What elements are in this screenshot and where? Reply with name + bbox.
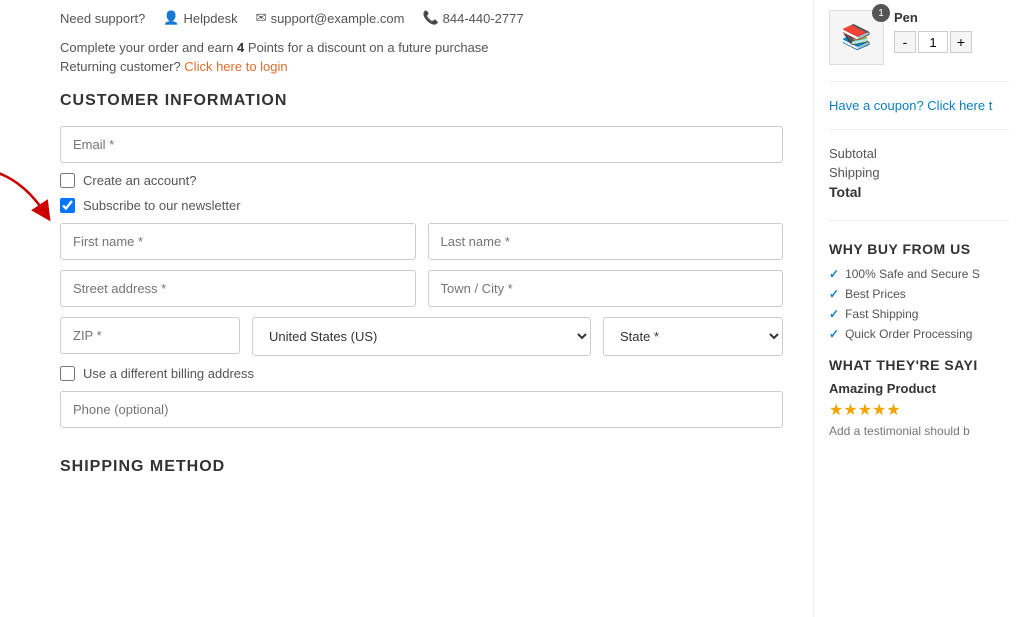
why-item-label-2: Fast Shipping	[845, 307, 918, 321]
qty-minus-button[interactable]: -	[894, 31, 916, 53]
first-name-input[interactable]	[60, 223, 416, 260]
state-select[interactable]: State *	[603, 317, 783, 356]
diff-billing-label[interactable]: Use a different billing address	[83, 366, 254, 381]
testimonial-section: WHAT THEY'RE SAYI Amazing Product ★★★★★ …	[829, 357, 1009, 438]
phone-icon: 📞	[422, 10, 438, 26]
street-address-input[interactable]	[60, 270, 416, 307]
qty-plus-button[interactable]: +	[950, 31, 972, 53]
product-info: Pen - +	[894, 10, 1009, 53]
check-icon-0: ✓	[829, 267, 839, 281]
why-buy-title: WHY BUY FROM US	[829, 241, 1009, 257]
testimonial-stars: ★★★★★	[829, 400, 1009, 420]
name-row	[60, 223, 783, 260]
country-select[interactable]: United States (US)	[252, 317, 591, 356]
book-icon: 📚	[842, 23, 872, 52]
why-item-0: ✓ 100% Safe and Secure S	[829, 267, 1009, 281]
product-badge: 1	[872, 4, 890, 22]
zip-country-state-row: United States (US) State *	[60, 317, 783, 356]
check-icon-1: ✓	[829, 287, 839, 301]
why-item-3: ✓ Quick Order Processing	[829, 327, 1009, 341]
total-row: Total	[829, 184, 1009, 200]
create-account-label[interactable]: Create an account?	[83, 173, 196, 188]
qty-input[interactable]	[918, 31, 948, 53]
testimonial-title: WHAT THEY'RE SAYI	[829, 357, 1009, 373]
email-icon: ✉	[256, 10, 267, 26]
qty-row: - +	[894, 31, 1009, 53]
testimonial-text: Add a testimonial should b	[829, 424, 1009, 438]
subscribe-row: Subscribe to our newsletter	[60, 198, 783, 213]
helpdesk-link[interactable]: 👤 Helpdesk	[163, 10, 237, 26]
login-link[interactable]: Click here to login	[184, 59, 287, 74]
customer-info-title: CUSTOMER INFORMATION	[60, 92, 783, 110]
subscribe-label[interactable]: Subscribe to our newsletter	[83, 198, 241, 213]
subtotal-row: Subtotal	[829, 146, 1009, 161]
why-buy-section: WHY BUY FROM US ✓ 100% Safe and Secure S…	[829, 241, 1009, 341]
address-row	[60, 270, 783, 307]
create-account-checkbox[interactable]	[60, 173, 75, 188]
returning-customer-text: Returning customer? Click here to login	[60, 59, 783, 74]
create-account-row: Create an account?	[60, 173, 783, 188]
sidebar: 1 📚 Pen - + Have a coupon? Click here t …	[814, 0, 1024, 617]
why-item-2: ✓ Fast Shipping	[829, 307, 1009, 321]
shipping-method-title: SHIPPING METHOD	[60, 458, 783, 476]
check-icon-3: ✓	[829, 327, 839, 341]
need-support-label: Need support?	[60, 11, 145, 26]
order-totals: Subtotal Shipping Total	[829, 146, 1009, 221]
testimonial-product-name: Amazing Product	[829, 381, 1009, 396]
why-item-label-1: Best Prices	[845, 287, 906, 301]
check-icon-2: ✓	[829, 307, 839, 321]
email-input[interactable]	[60, 126, 783, 163]
why-item-label-0: 100% Safe and Secure S	[845, 267, 980, 281]
diff-billing-row: Use a different billing address	[60, 366, 783, 381]
zip-input[interactable]	[60, 317, 240, 354]
subtotal-label: Subtotal	[829, 146, 877, 161]
support-bar: Need support? 👤 Helpdesk ✉ support@examp…	[60, 10, 783, 26]
shipping-label: Shipping	[829, 165, 880, 180]
email-link[interactable]: ✉ support@example.com	[256, 10, 405, 26]
why-item-1: ✓ Best Prices	[829, 287, 1009, 301]
phone-input[interactable]	[60, 391, 783, 428]
coupon-link[interactable]: Have a coupon? Click here t	[829, 98, 1009, 130]
last-name-input[interactable]	[428, 223, 784, 260]
phone-link[interactable]: 📞 844-440-2777	[422, 10, 523, 26]
product-thumbnail: 1 📚	[829, 10, 884, 65]
diff-billing-checkbox[interactable]	[60, 366, 75, 381]
town-city-input[interactable]	[428, 270, 784, 307]
product-row: 1 📚 Pen - +	[829, 10, 1009, 82]
person-icon: 👤	[163, 10, 179, 26]
points-message: Complete your order and earn 4 Points fo…	[60, 40, 783, 55]
subscribe-checkbox[interactable]	[60, 198, 75, 213]
total-label: Total	[829, 184, 861, 200]
subscribe-row-container: Subscribe to our newsletter	[60, 198, 783, 213]
product-name: Pen	[894, 10, 1009, 25]
shipping-row: Shipping	[829, 165, 1009, 180]
why-item-label-3: Quick Order Processing	[845, 327, 972, 341]
